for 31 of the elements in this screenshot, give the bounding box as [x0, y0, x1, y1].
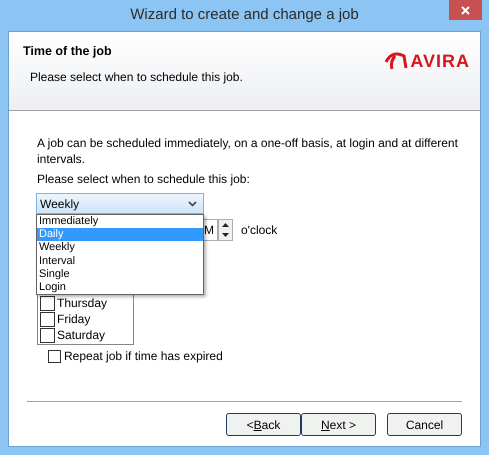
- dropdown-option[interactable]: Single: [37, 268, 203, 281]
- schedule-label: Please select when to schedule this job:: [37, 171, 251, 187]
- time-spinner[interactable]: [218, 219, 233, 241]
- cancel-button[interactable]: Cancel: [387, 413, 462, 436]
- arrow-down-icon: [222, 233, 229, 237]
- day-label: Thursday: [57, 295, 108, 312]
- day-label: Friday: [57, 311, 90, 328]
- back-button[interactable]: <Back: [226, 413, 301, 436]
- umbrella-icon: [384, 52, 408, 70]
- dropdown-option[interactable]: Login: [37, 280, 203, 294]
- schedule-dropdown[interactable]: Weekly: [36, 193, 204, 214]
- close-icon: [461, 6, 470, 14]
- time-suffix: o'clock: [241, 222, 278, 239]
- page-subtitle: Please select when to schedule this job.: [30, 68, 243, 86]
- close-button[interactable]: [449, 0, 482, 20]
- logo-text: AVIRA: [410, 50, 470, 72]
- day-label: Saturday: [57, 327, 106, 344]
- day-checkbox[interactable]: [40, 328, 55, 342]
- next-button[interactable]: Next >: [301, 413, 376, 436]
- page-title: Time of the job: [23, 43, 113, 60]
- day-checkbox[interactable]: [40, 312, 55, 326]
- day-checkbox[interactable]: [40, 296, 55, 310]
- repeat-label: Repeat job if time has expired: [64, 348, 223, 365]
- dropdown-option[interactable]: Interval: [37, 254, 203, 268]
- dropdown-option[interactable]: Immediately: [37, 215, 203, 228]
- repeat-checkbox[interactable]: [48, 350, 61, 362]
- dropdown-option[interactable]: Weekly: [37, 241, 203, 255]
- arrow-up-icon: [222, 223, 229, 227]
- description-text: A job can be scheduled immediately, on a one-off basis, at login and at different intervals.: [37, 135, 459, 167]
- chevron-down-icon: [188, 200, 197, 206]
- window-title: Wizard to create and change a job: [130, 5, 359, 26]
